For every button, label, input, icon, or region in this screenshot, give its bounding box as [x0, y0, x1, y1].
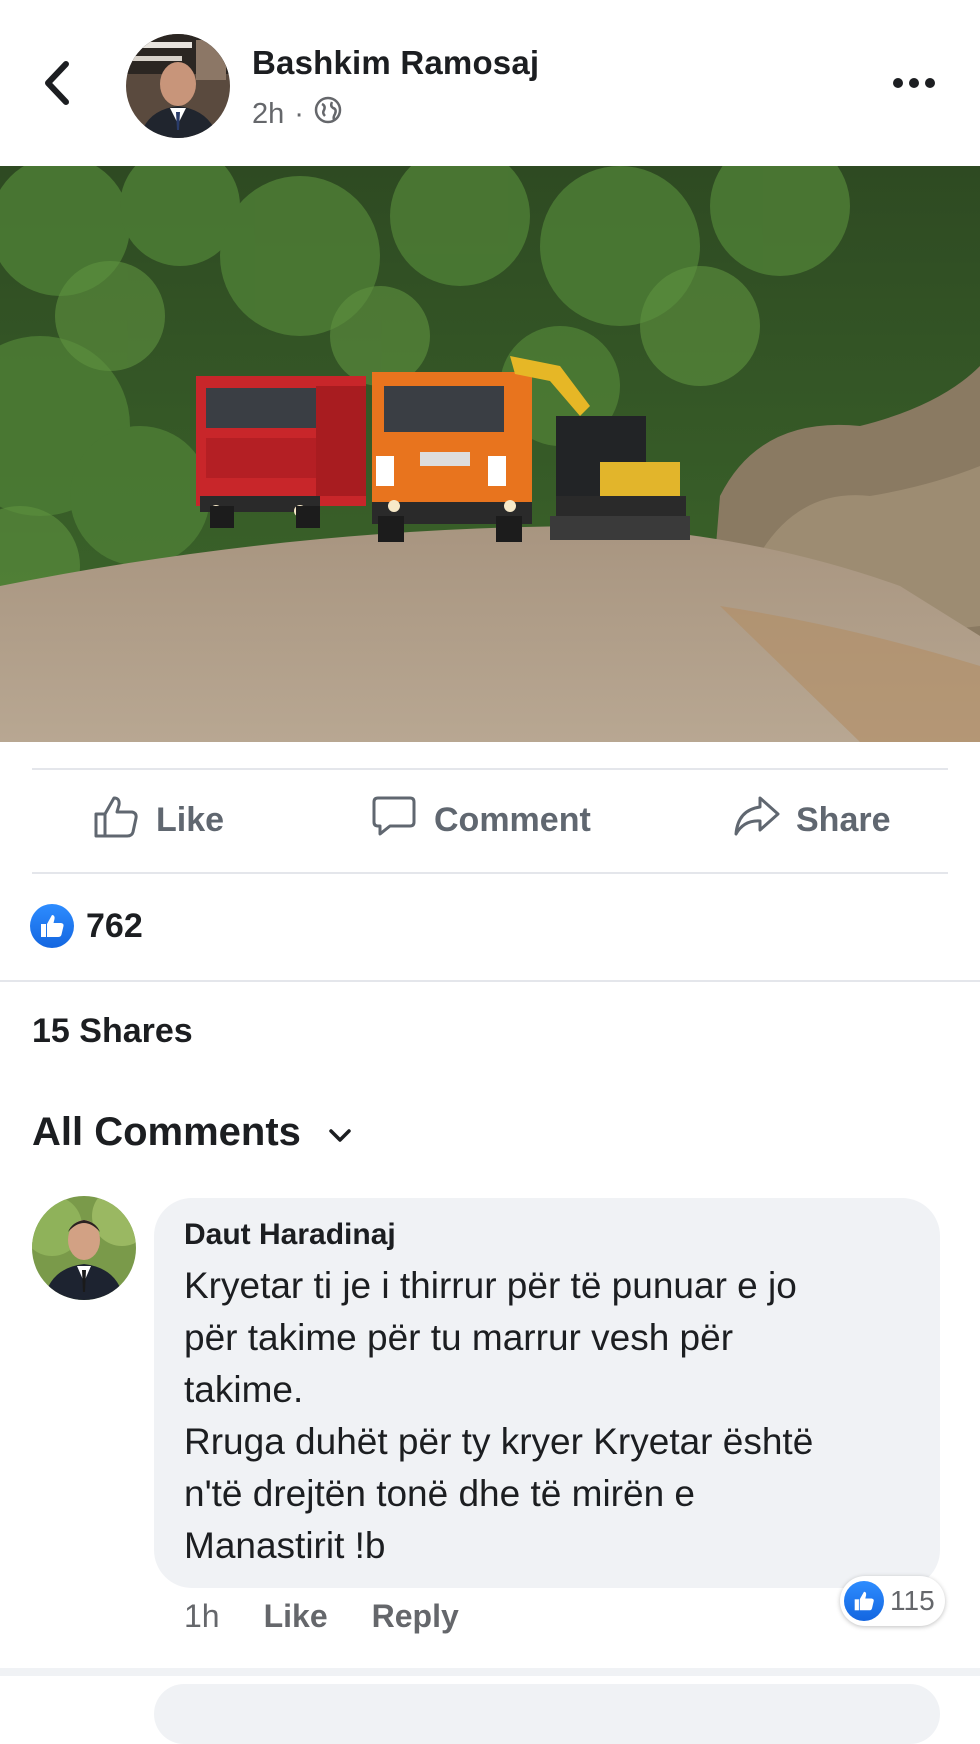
comment-author[interactable]: Daut Haradinaj [184, 1218, 396, 1252]
share-button[interactable]: Share [732, 790, 891, 850]
comment-reply-button[interactable]: Reply [372, 1598, 459, 1635]
comment-time[interactable]: 1h [184, 1598, 220, 1635]
like-reaction-icon [30, 904, 74, 948]
like-button-label: Like [156, 800, 225, 839]
chevron-down-icon [327, 1110, 353, 1155]
comment-reaction-summary[interactable]: 115 [840, 1576, 945, 1626]
comment-button-label: Comment [434, 800, 591, 839]
likes-summary[interactable]: 762 [30, 904, 143, 948]
comments-separator [0, 1668, 980, 1676]
comment-icon [370, 792, 418, 849]
shares-count[interactable]: 15 Shares [32, 1012, 193, 1051]
post-time[interactable]: 2h [252, 98, 284, 131]
comments-filter-dropdown[interactable]: All Comments [32, 1110, 353, 1155]
action-bar-top-divider [32, 768, 948, 770]
action-bar-bottom-divider [32, 872, 948, 874]
likes-count: 762 [86, 906, 143, 945]
comment-text: Kryetar ti je i thirrur për të punuar e … [184, 1265, 814, 1566]
post-photo[interactable] [0, 166, 980, 742]
comments-filter-label: All Comments [32, 1110, 301, 1154]
comment-button[interactable]: Comment [370, 790, 591, 850]
next-comment-bubble [154, 1684, 940, 1744]
more-options-icon[interactable] [890, 70, 938, 96]
comment-reaction-count: 115 [890, 1585, 935, 1616]
commenter-avatar[interactable] [32, 1196, 136, 1300]
back-icon[interactable] [38, 58, 78, 108]
globe-icon [314, 96, 342, 132]
comment-actions: 1h Like Reply [184, 1598, 459, 1635]
like-reaction-icon [844, 1581, 884, 1621]
author-avatar[interactable] [126, 34, 230, 138]
share-icon [732, 792, 780, 849]
share-button-label: Share [796, 800, 891, 839]
thumbs-up-icon [92, 792, 140, 849]
author-name[interactable]: Bashkim Ramosaj [252, 44, 539, 82]
post-meta: 2h · [252, 96, 342, 132]
like-button[interactable]: Like [92, 790, 224, 850]
meta-separator: · [294, 97, 304, 130]
stats-divider [0, 980, 980, 982]
comment-like-button[interactable]: Like [264, 1598, 328, 1635]
